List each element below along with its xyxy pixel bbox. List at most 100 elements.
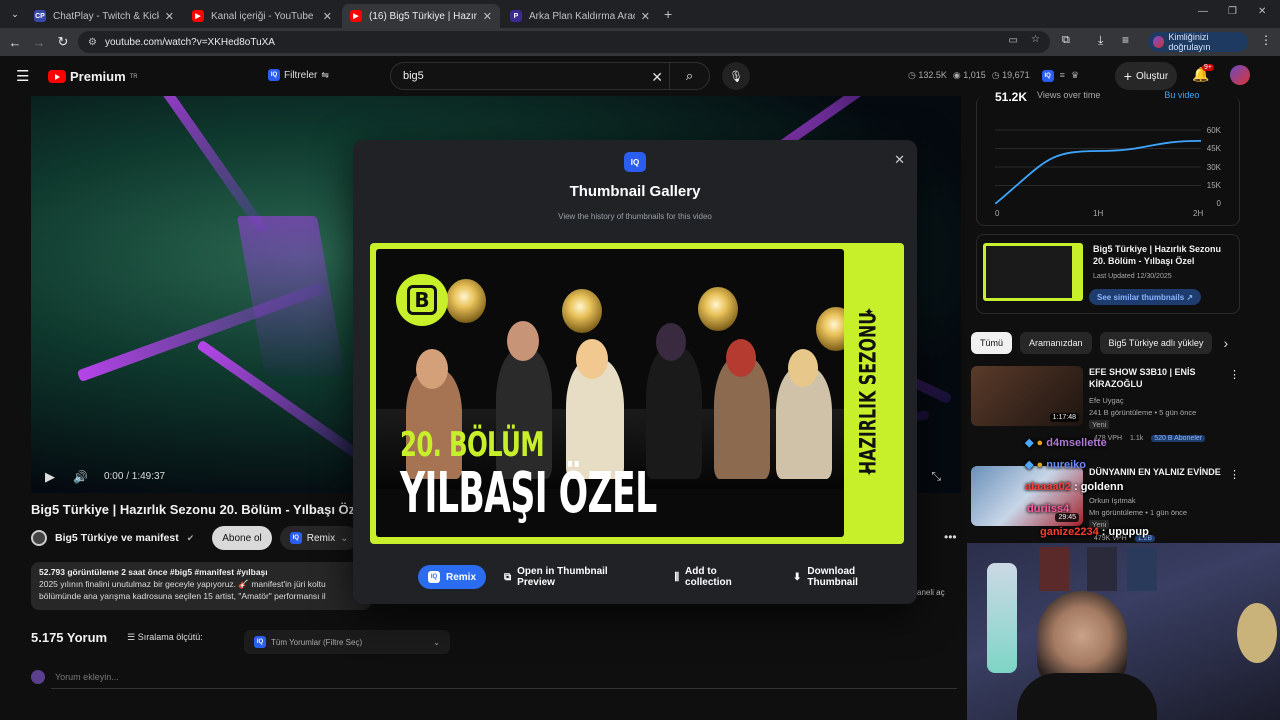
big5-logo: B	[396, 274, 448, 326]
chip-from-search[interactable]: Aramanızdan	[1020, 332, 1092, 354]
clear-search-icon[interactable]: ✕	[651, 69, 663, 86]
close-icon[interactable]: ✕	[894, 152, 905, 168]
see-similar-button[interactable]: See similar thumbnails ↗	[1089, 289, 1202, 305]
back-icon[interactable]: ←	[4, 31, 26, 53]
reload-icon[interactable]: ↻	[52, 31, 74, 53]
side-panel-label[interactable]: aneli aç	[917, 588, 945, 597]
tab-search-icon[interactable]: ⌄	[4, 3, 26, 25]
minimize-icon[interactable]: —	[1198, 6, 1208, 17]
views-line-chart	[995, 129, 1201, 204]
tab-remove-bg[interactable]: P Arka Plan Kaldırma Aracı: Ücret ✕	[502, 4, 658, 28]
create-button[interactable]: + Oluştur	[1115, 62, 1177, 90]
thumbnail-gallery-modal: ✕ IQ Thumbnail Gallery View the history …	[353, 140, 917, 604]
chat-badge-icon: ◆	[1025, 459, 1034, 471]
related-channel: Efe Uygaç	[1089, 396, 1124, 405]
account-avatar[interactable]	[1230, 65, 1250, 85]
list-icon[interactable]: ≡	[1060, 70, 1065, 82]
thumbnail-vertical-text: HAZIRLIK SEZONU	[856, 311, 882, 475]
more-options-icon[interactable]: ⋮	[1229, 468, 1240, 481]
close-tab-icon[interactable]: ✕	[165, 10, 174, 23]
new-tab-icon[interactable]: +	[664, 6, 672, 22]
more-actions-icon[interactable]: •••	[944, 530, 957, 544]
similar-title: Big5 Türkiye | Hazırlık Sezonu 20. Bölüm…	[1093, 244, 1222, 266]
trophy-icon[interactable]: ♛	[1071, 70, 1079, 82]
iq-icon: IQ	[624, 152, 646, 172]
thumbnail-photo: B 20. BÖLÜM YILBAŞI ÖZEL	[376, 249, 844, 537]
close-tab-icon[interactable]: ✕	[641, 10, 650, 23]
search-value: big5	[403, 70, 424, 82]
tab-youtube-video[interactable]: ▶ (16) Big5 Türkiye | Hazırlık Sezo ✕	[342, 4, 500, 28]
close-window-icon[interactable]: ✕	[1258, 6, 1266, 17]
subscribe-button[interactable]: Abone ol	[212, 526, 272, 550]
poster-shape	[1039, 547, 1069, 591]
play-icon[interactable]: ▶	[45, 469, 55, 485]
more-options-icon[interactable]: ⋮	[1229, 368, 1240, 381]
address-bar[interactable]: ⚙ youtube.com/watch?v=XKHed8oTuXA ▭ ☆	[78, 31, 1050, 53]
thumbnail-preview[interactable]: B 20. BÖLÜM YILBAŞI ÖZEL ✦ HAZIRLIK SEZO…	[370, 243, 904, 544]
related-thumbnail[interactable]: 1:17:48	[971, 366, 1083, 426]
open-thumbnail-preview-button[interactable]: ⧉ Open in Thumbnail Preview	[494, 565, 656, 589]
y-tick: 60K	[1206, 126, 1221, 135]
verify-identity-button[interactable]: Kimliğinizi doğrulayın	[1148, 32, 1248, 52]
chip-all[interactable]: Tümü	[971, 332, 1013, 354]
download-thumbnail-button[interactable]: ⬇ Download Thumbnail	[783, 565, 917, 589]
related-video[interactable]: 1:17:48 EFE SHOW S3B10 | ENİS KİRAZOĞLU …	[971, 366, 1241, 436]
remove-bg-icon: P	[510, 10, 522, 22]
youtube-logo[interactable]: Premium TR	[48, 69, 138, 84]
remix-chip-button[interactable]: IQ Remix ⌄	[279, 526, 359, 550]
search-input[interactable]: big5 ✕ ⌕	[390, 62, 710, 90]
video-description[interactable]: 52.793 görüntüleme 2 saat önce #big5 #ma…	[31, 562, 371, 610]
description-line: 2025 yılının finalini unutulmaz bir gece…	[39, 579, 326, 589]
channel-avatar[interactable]	[31, 530, 47, 546]
voice-search-button[interactable]: 🎙	[722, 62, 750, 90]
chat-message: alaaaa02 : goldenn	[1025, 481, 1124, 493]
add-to-collection-button[interactable]: ⫼ Add to collection	[664, 565, 775, 589]
fullscreen-icon[interactable]: ⤡	[931, 469, 941, 484]
search-button[interactable]: ⌕	[669, 63, 709, 89]
close-tab-icon[interactable]: ✕	[323, 10, 332, 23]
related-filter-chips: Tümü Aramanızdan Big5 Türkiye adlı yükle…	[971, 332, 1228, 354]
tab-chatplay[interactable]: CP ChatPlay - Twitch & Kick İzleyic ✕	[26, 4, 182, 28]
tab-youtube-studio[interactable]: ▶ Kanal içeriği - YouTube Studio ✕	[184, 4, 340, 28]
chevron-right-icon[interactable]: ›	[1224, 335, 1229, 351]
comment-filter-dropdown[interactable]: IQ Tüm Yorumlar (Filtre Seç) ⌄	[244, 630, 450, 654]
notification-badge: 9+	[1202, 64, 1214, 71]
volume-icon[interactable]: 🔊	[73, 470, 88, 484]
graph-legend: Bu video	[1164, 90, 1200, 100]
add-comment-row: Yorum ekleyin...	[31, 670, 957, 689]
url-text: youtube.com/watch?v=XKHed8oTuXA	[104, 36, 275, 48]
extensions-icon[interactable]: ⧉	[1062, 34, 1070, 47]
iq-icon[interactable]: IQ	[1041, 70, 1054, 82]
streamer-webcam	[967, 543, 1280, 720]
filters-button[interactable]: IQ Filtreler ⇋	[268, 69, 329, 81]
hamburger-menu-icon[interactable]: ☰	[16, 67, 29, 85]
related-thumbnail[interactable]: 29:45	[971, 466, 1083, 526]
site-info-icon[interactable]: ⚙	[88, 37, 97, 48]
forward-icon[interactable]: →	[28, 31, 50, 53]
person-shape	[646, 347, 702, 479]
chip-channel[interactable]: Big5 Türkiye adlı yükley	[1099, 332, 1212, 354]
similar-thumbnail-image[interactable]	[983, 243, 1083, 301]
browser-toolbar: ← → ↻ ⚙ youtube.com/watch?v=XKHed8oTuXA …	[0, 28, 1280, 56]
close-tab-icon[interactable]: ✕	[483, 10, 492, 23]
user-avatar	[31, 670, 45, 684]
bookmark-star-icon[interactable]: ☆	[1031, 34, 1040, 45]
chat-message: duriiss4	[1027, 503, 1069, 515]
download-icon[interactable]: ⤓	[1098, 33, 1103, 48]
graph-metric[interactable]: Views over time	[1037, 90, 1100, 104]
chat-text: upupup	[1108, 526, 1149, 538]
remix-button[interactable]: IQ Remix	[418, 565, 487, 589]
browser-menu-icon[interactable]: ⋮	[1260, 33, 1272, 47]
add-comment-input[interactable]: Yorum ekleyin...	[55, 672, 119, 682]
sort-button[interactable]: ☰ Sıralama ölçütü:	[127, 632, 203, 643]
channel-name[interactable]: Big5 Türkiye ve manifest	[55, 532, 179, 544]
chevron-down-icon: ⌄	[433, 637, 440, 647]
cast-icon[interactable]: ▭	[1009, 35, 1018, 46]
related-meta: Mn görüntüleme • 1 gün önce	[1089, 508, 1188, 517]
tab-title: ChatPlay - Twitch & Kick İzleyic	[53, 10, 159, 22]
iq-icon: IQ	[254, 636, 266, 648]
add-collection-label: Add to collection	[685, 566, 732, 588]
related-channel: Orkun Işıtmak	[1089, 496, 1136, 505]
tab-groups-icon[interactable]: ≡	[1122, 33, 1129, 47]
restore-icon[interactable]: ❐	[1228, 6, 1237, 17]
